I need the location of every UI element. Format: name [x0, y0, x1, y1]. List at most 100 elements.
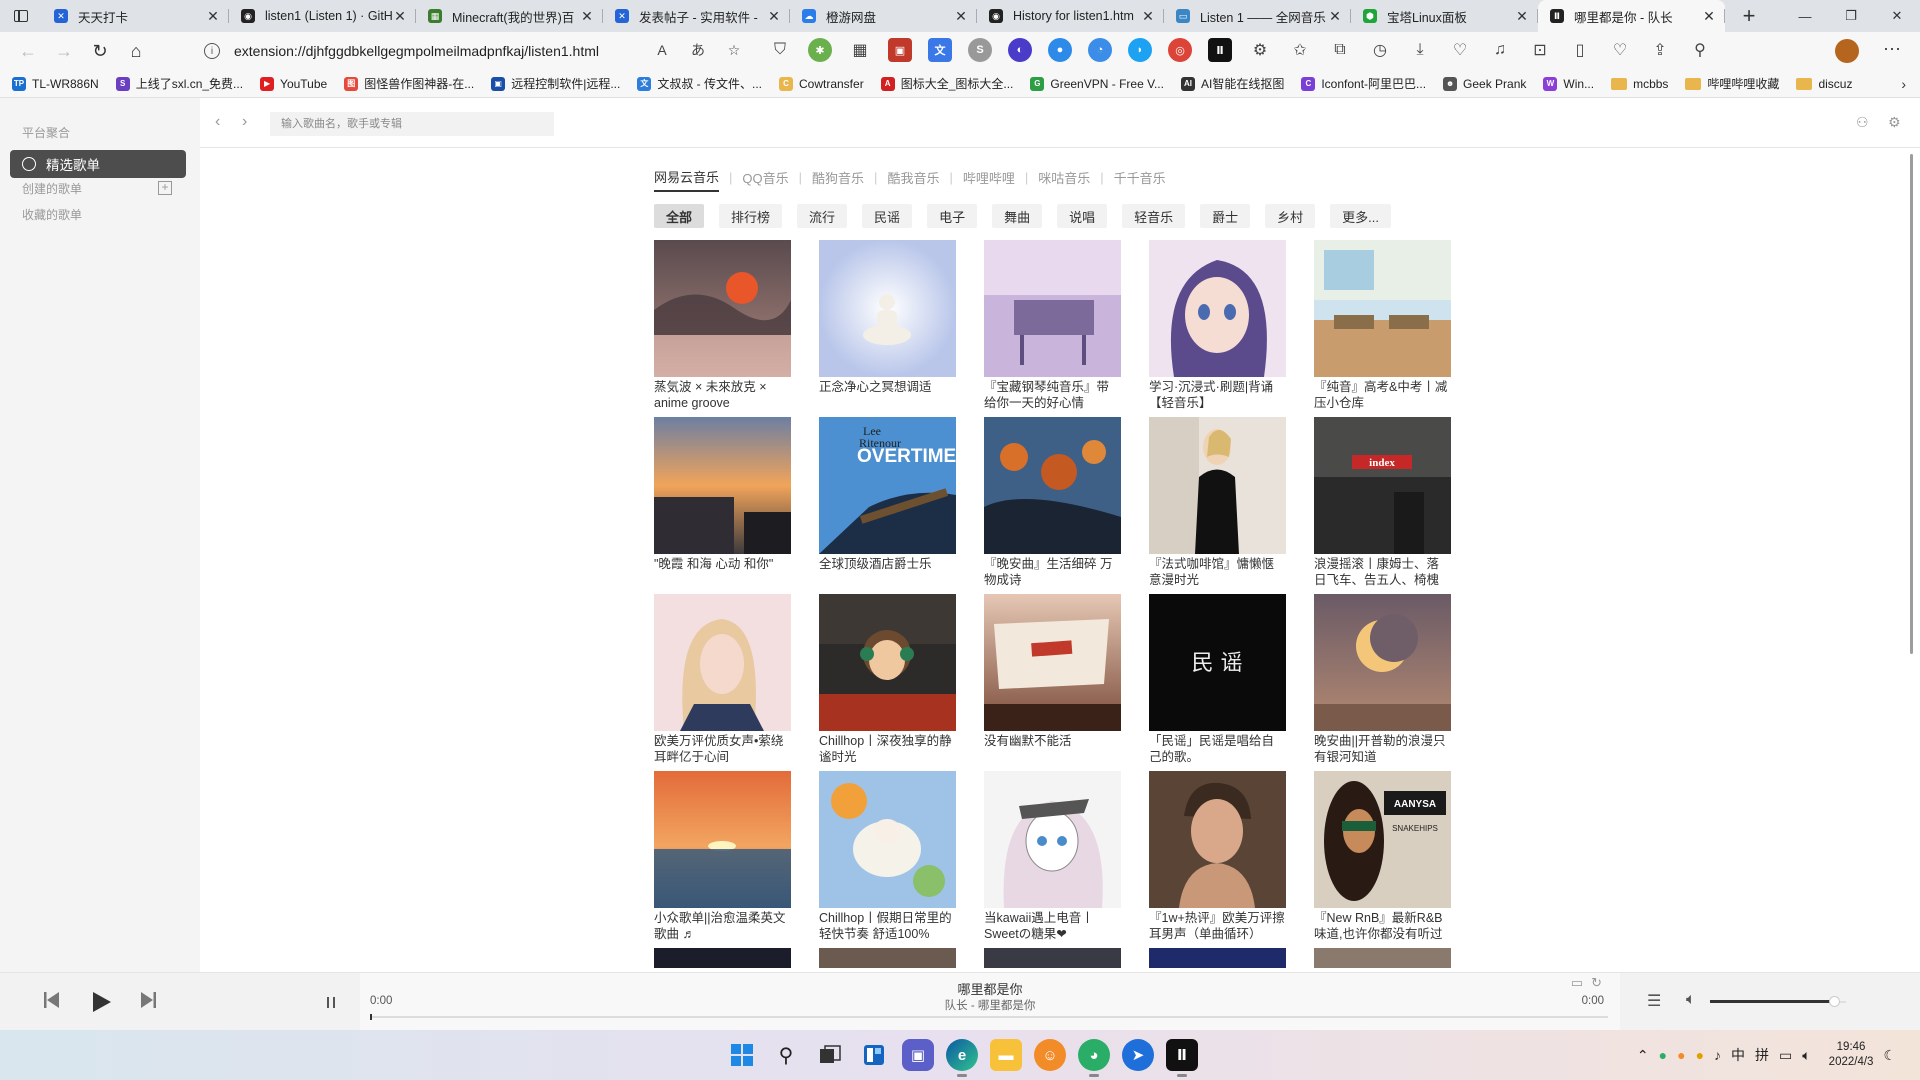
tab-close-icon[interactable]: ✕: [579, 8, 595, 25]
tab-close-icon[interactable]: ✕: [1701, 8, 1717, 25]
widgets-icon[interactable]: [858, 1039, 890, 1071]
playlist-title[interactable]: Chillhop丨深夜独享的静谧时光: [819, 734, 956, 765]
browser-tab[interactable]: ☁ 橙游网盘 ✕: [790, 0, 977, 32]
bookmark-item[interactable]: C Iconfont-阿里巴巴...: [1301, 75, 1426, 92]
genre-filter-chip[interactable]: 轻音乐: [1122, 204, 1186, 228]
favorite-star-icon[interactable]: ☆: [722, 38, 746, 62]
playlist-title[interactable]: "晚霞 和海 心动 和你": [654, 557, 791, 588]
genre-filter-chip[interactable]: 爵士: [1200, 204, 1251, 228]
tab-close-icon[interactable]: ✕: [1140, 8, 1156, 25]
blue-circle-extension-icon[interactable]: ●: [1048, 38, 1072, 62]
edge-extension-icon[interactable]: ◔: [1088, 38, 1112, 62]
back-arrow-icon[interactable]: ‹: [215, 113, 220, 131]
playlist-title[interactable]: 『宝藏钢琴纯音乐』带给你一天的好心情: [984, 380, 1121, 411]
playlist-card[interactable]: 学习·沉浸式·刷题|背诵【轻音乐】: [1149, 240, 1286, 411]
wechat-icon[interactable]: ◕: [1078, 1039, 1110, 1077]
edge-browser-icon[interactable]: e: [946, 1039, 978, 1077]
puzzle-extension-icon[interactable]: ▦: [848, 38, 872, 62]
play-icon[interactable]: [90, 991, 112, 1013]
playlist-cover-image[interactable]: [1149, 771, 1286, 908]
sidebar-item-featured-playlists[interactable]: 精选歌单: [10, 150, 186, 178]
playlist-title[interactable]: 晚安曲||开普勒的浪漫只有银河知道: [1314, 734, 1451, 765]
playlist-title[interactable]: 没有幽默不能活: [984, 734, 1121, 765]
browser-essentials-icon[interactable]: ♡: [1608, 38, 1632, 62]
playlist-card[interactable]: "晚霞 和海 心动 和你": [654, 417, 791, 588]
playlist-cover-image[interactable]: [654, 417, 791, 554]
listen1-extension-icon[interactable]: Ⅱ: [1208, 38, 1232, 62]
s-extension-icon[interactable]: S: [968, 38, 992, 62]
playlist-card-partial[interactable]: [984, 948, 1121, 968]
previous-track-icon[interactable]: [44, 991, 60, 1009]
feedback-icon[interactable]: ⚲: [1688, 38, 1712, 62]
close-window-button[interactable]: ✕: [1874, 0, 1920, 32]
playlist-title[interactable]: Chillhop丨假期日常里的轻快节奏 舒适100%: [819, 911, 956, 942]
bookmark-item[interactable]: ☻ Geek Prank: [1443, 76, 1526, 91]
playlist-card[interactable]: Chillhop丨假期日常里的轻快节奏 舒适100%: [819, 771, 956, 942]
settings-gear-icon[interactable]: ⚙: [1888, 114, 1901, 131]
search-icon[interactable]: ⚲: [770, 1039, 802, 1071]
bookmark-item[interactable]: TP TL-WR886N: [12, 76, 99, 91]
bookmark-item[interactable]: S 上线了sxl.cn_免费...: [115, 75, 243, 92]
profile-avatar[interactable]: [1835, 39, 1859, 63]
tab-close-icon[interactable]: ✕: [953, 8, 969, 25]
playlist-cover-image[interactable]: [654, 594, 791, 731]
bookmark-item[interactable]: ▣ 远程控制软件|远程...: [491, 75, 620, 92]
ime-language[interactable]: 中: [1731, 1045, 1745, 1065]
favorites-icon[interactable]: ✩: [1288, 38, 1312, 62]
next-track-icon[interactable]: [140, 991, 156, 1009]
tab-close-icon[interactable]: ✕: [392, 8, 408, 25]
speaker-icon[interactable]: 🔈︎: [1802, 1047, 1810, 1064]
volume-fill[interactable]: [1710, 1000, 1834, 1003]
tray-overflow-icon[interactable]: ⌃: [1637, 1047, 1649, 1064]
playlist-title[interactable]: 小众歌单||治愈温柔英文歌曲 ♬: [654, 911, 791, 942]
network-icon[interactable]: ▭: [1779, 1047, 1792, 1064]
playlist-title[interactable]: 浪漫摇滚丨康姆士、落日飞车、告五人、椅槐: [1314, 557, 1451, 588]
file-explorer-icon[interactable]: ▬: [990, 1039, 1022, 1071]
playlist-cover-image[interactable]: 民 谣: [1149, 594, 1286, 731]
downloads-icon[interactable]: ⤓: [1408, 38, 1432, 62]
ime-mode[interactable]: 拼: [1755, 1045, 1769, 1065]
back-button[interactable]: ←: [10, 35, 46, 67]
playlist-cover-image[interactable]: [654, 240, 791, 377]
playlist-title[interactable]: 『1w+热评』欧美万评擦耳男声（单曲循环）: [1149, 911, 1286, 942]
platform-tab[interactable]: 千千音乐: [1114, 168, 1166, 191]
translate-extension-icon[interactable]: 文: [928, 38, 952, 62]
playlist-cover-image[interactable]: [654, 771, 791, 908]
playlist-cover-image[interactable]: ▇▇▇▇: [984, 594, 1121, 731]
bookmark-item[interactable]: AI AI智能在线抠图: [1180, 75, 1284, 92]
bookmark-item[interactable]: A 图标大全_图标大全...: [880, 75, 1013, 92]
playlist-card[interactable]: 『纯音』高考&中考丨减压小仓库: [1314, 240, 1451, 411]
purple-extension-icon[interactable]: ◐: [1008, 38, 1032, 62]
bookmark-item[interactable]: 哔哩哔哩收藏: [1685, 75, 1779, 92]
listen1-taskbar-icon[interactable]: Ⅱ: [1166, 1039, 1198, 1077]
platform-tab[interactable]: 酷我音乐: [887, 168, 939, 191]
playlist-card[interactable]: 蒸気波 × 未來放克 × anime groove: [654, 240, 791, 411]
playlist-card[interactable]: 晚安曲||开普勒的浪漫只有银河知道: [1314, 594, 1451, 765]
playlist-title[interactable]: 正念净心之冥想调适: [819, 380, 956, 411]
task-view-icon[interactable]: [814, 1039, 846, 1071]
progress-fill[interactable]: [370, 1014, 372, 1020]
browser-tab[interactable]: ✕ 发表帖子 - 实用软件 - ✕: [603, 0, 790, 32]
platform-tab[interactable]: 网易云音乐: [654, 167, 720, 192]
new-tab-button[interactable]: +: [1731, 3, 1767, 29]
playlist-card[interactable]: 小众歌单||治愈温柔英文歌曲 ♬: [654, 771, 791, 942]
tab-close-icon[interactable]: ✕: [205, 8, 221, 25]
extensions-puzzle-icon[interactable]: ⚙: [1248, 38, 1272, 62]
playlist-card-partial[interactable]: [1314, 948, 1451, 968]
genre-filter-chip[interactable]: 民谣: [862, 204, 913, 228]
tray-qq-icon[interactable]: ●: [1696, 1047, 1704, 1063]
playlist-card-partial[interactable]: [819, 948, 956, 968]
minimize-button[interactable]: —: [1782, 0, 1828, 32]
volume-icon[interactable]: 🔈︎: [1686, 991, 1696, 1009]
chrome-extension-icon[interactable]: ◎: [1168, 38, 1192, 62]
playlist-cover-image[interactable]: [1314, 594, 1451, 731]
browser-tab[interactable]: ▦ Minecraft(我的世界)百 ✕: [416, 0, 603, 32]
notification-center-icon[interactable]: ☾: [1883, 1047, 1896, 1064]
browser-tab[interactable]: Ⅱ 哪里都是你 - 队长 ✕: [1538, 0, 1725, 32]
playlist-title[interactable]: 『法式咖啡馆』慵懒惬意漫时光: [1149, 557, 1286, 588]
playlist-title[interactable]: 当kawaii遇上电音丨Sweetの糖果❤: [984, 911, 1121, 942]
red-extension-icon[interactable]: ▣: [888, 38, 912, 62]
more-menu-icon[interactable]: ···: [1883, 38, 1901, 59]
playlist-title[interactable]: 『New RnB』最新R&B味道,也许你都没有听过: [1314, 911, 1451, 942]
bird-extension-icon[interactable]: ◗: [1128, 38, 1152, 62]
